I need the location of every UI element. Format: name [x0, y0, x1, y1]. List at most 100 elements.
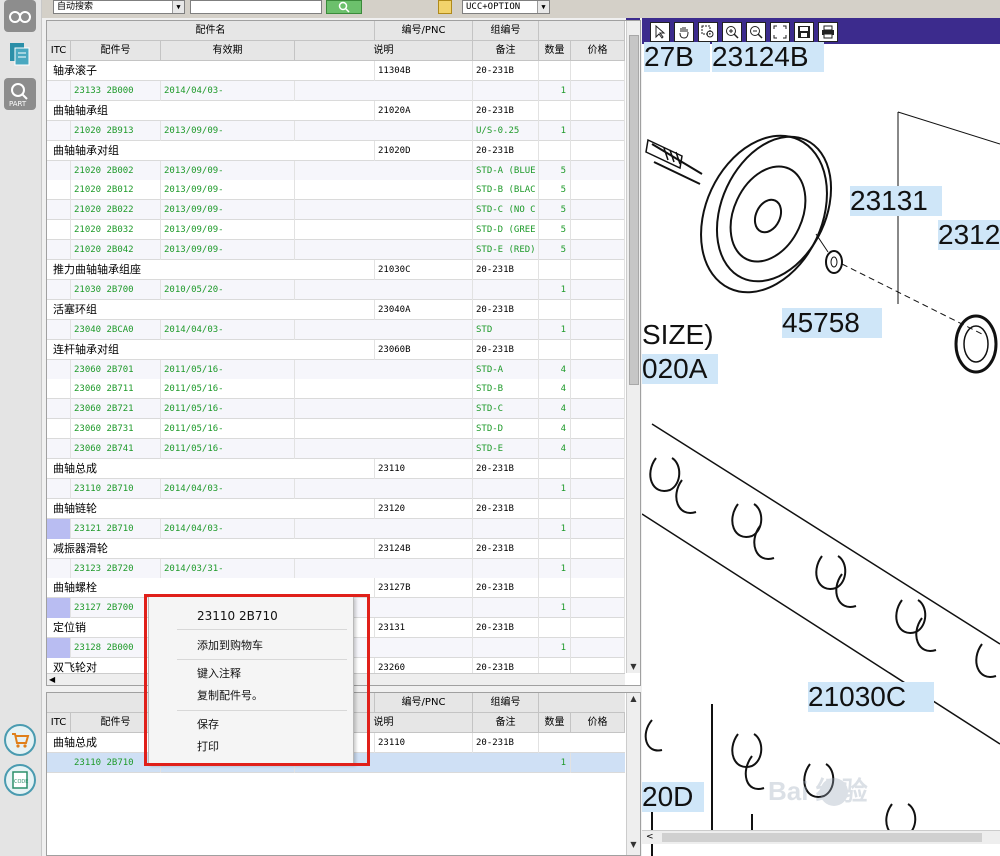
- engine-icon[interactable]: [4, 0, 36, 32]
- vertical-scrollbar[interactable]: ▼: [626, 21, 640, 673]
- exploded-diagram[interactable]: Bai 经验 27B 23124B 23131 2312 45758 SIZE)…: [642, 18, 1000, 856]
- group-row[interactable]: 曲轴轴承对组 21020D 20-231B: [47, 140, 625, 161]
- col-qty[interactable]: 数量: [539, 41, 571, 61]
- part-row[interactable]: 23110 2B710 2014/04/03- 1: [47, 478, 625, 499]
- remark-value: [473, 80, 539, 101]
- group-row[interactable]: 轴承滚子 11304B 20-231B: [47, 61, 625, 81]
- callout-27b[interactable]: 27B: [644, 42, 710, 72]
- scroll-up-icon[interactable]: ▲: [627, 693, 640, 705]
- group-row[interactable]: 减振器滑轮 23124B 20-231B: [47, 538, 625, 559]
- chevron-down-icon[interactable]: ▼: [172, 1, 184, 13]
- callout-23131[interactable]: 23131: [850, 186, 942, 216]
- pointer-icon[interactable]: [650, 22, 670, 42]
- col-price[interactable]: 价格: [571, 713, 625, 733]
- pan-hand-icon[interactable]: [674, 22, 694, 42]
- part-row[interactable]: 23040 2BCA0 2014/04/03- STD 1: [47, 319, 625, 340]
- part-row[interactable]: 21020 2B042 2013/09/09- STD-E (RED) 5: [47, 240, 625, 261]
- catalog-icon[interactable]: [4, 38, 36, 70]
- menu-item-add-to-cart[interactable]: 添加到购物车: [197, 637, 263, 655]
- lock-icon[interactable]: [438, 0, 452, 14]
- col-remark[interactable]: 备注: [473, 41, 539, 61]
- save-icon[interactable]: [794, 22, 814, 42]
- model-filter-select[interactable]: UCC+OPTION ▼: [462, 0, 550, 14]
- chevron-down-icon[interactable]: ▼: [537, 1, 549, 13]
- menu-item-copy-part-no[interactable]: 复制配件号。: [197, 687, 263, 705]
- print-icon[interactable]: [818, 22, 838, 42]
- qty-cell: [539, 498, 571, 519]
- col-part-no[interactable]: 配件号: [71, 41, 161, 61]
- col-itc[interactable]: ITC: [47, 713, 71, 733]
- callout-21020a[interactable]: 020A: [642, 354, 718, 384]
- callout-21030c[interactable]: 21030C: [808, 682, 934, 712]
- group-row[interactable]: 曲轴轴承组 21020A 20-231B: [47, 100, 625, 121]
- part-row[interactable]: 23060 2B731 2011/05/16- STD-D 4: [47, 419, 625, 440]
- part-row[interactable]: 23123 2B720 2014/03/31- 1: [47, 558, 625, 579]
- col-remark[interactable]: 备注: [473, 713, 539, 733]
- part-search-icon[interactable]: PART: [4, 78, 36, 110]
- part-row[interactable]: 21020 2B022 2013/09/09- STD-C (NO C5: [47, 200, 625, 221]
- selected-vertical-scrollbar[interactable]: ▲ ▼: [626, 693, 640, 855]
- callout-23124b[interactable]: 23124B: [712, 42, 824, 72]
- part-row[interactable]: 21030 2B700 2010/05/20- 1: [47, 279, 625, 300]
- group-row[interactable]: 活塞环组 23040A 20-231B: [47, 299, 625, 320]
- group-value: 20-231B: [473, 260, 539, 280]
- scroll-left-icon[interactable]: <: [646, 832, 654, 842]
- price-cell: [571, 140, 625, 161]
- scroll-down-icon[interactable]: ▼: [627, 661, 640, 673]
- zoom-area-icon[interactable]: [698, 22, 718, 42]
- col-part-name[interactable]: 配件名: [47, 21, 375, 41]
- qty-value: 5: [539, 200, 571, 221]
- description-cell: [295, 518, 473, 539]
- group-row[interactable]: 连杆轴承对组 23060B 20-231B: [47, 339, 625, 360]
- search-mode-select[interactable]: 自动搜索 ▼: [53, 0, 185, 14]
- part-number: 21020 2B022: [71, 200, 161, 221]
- part-row[interactable]: 23133 2B000 2014/04/03- 1: [47, 80, 625, 101]
- diagram-horizontal-scrollbar[interactable]: <: [642, 830, 1000, 844]
- col-pnc[interactable]: 编号/PNC: [375, 693, 473, 713]
- part-row[interactable]: 21020 2B032 2013/09/09- STD-D (GREE 5: [47, 220, 625, 241]
- part-row[interactable]: 23121 2B710 2014/04/03- 1: [47, 518, 625, 539]
- part-row[interactable]: 23060 2B711 2011/05/16- STD-B 4: [47, 379, 625, 400]
- part-number: 21020 2B002: [71, 160, 161, 181]
- zoom-out-icon[interactable]: [746, 22, 766, 42]
- validity-date: 2011/05/16-: [161, 419, 295, 440]
- qty-cell: [539, 538, 571, 559]
- part-row[interactable]: 21020 2B002 2013/09/09- STD-A (BLUE 5: [47, 160, 625, 181]
- scroll-down-icon[interactable]: ▼: [627, 839, 640, 851]
- damper-pulley-shape: [651, 134, 833, 294]
- col-pnc[interactable]: 编号/PNC: [375, 21, 473, 41]
- search-button[interactable]: [326, 0, 362, 14]
- col-qty[interactable]: 数量: [539, 713, 571, 733]
- part-row[interactable]: 21020 2B913 2013/09/09- U/S-0.25 1: [47, 120, 625, 141]
- callout-21020d[interactable]: 20D: [642, 782, 704, 812]
- menu-item-save[interactable]: 保存: [197, 716, 219, 734]
- group-row[interactable]: 曲轴链轮 23120 20-231B: [47, 498, 625, 519]
- part-row[interactable]: 21020 2B012 2013/09/09- STD-B (BLAC 5: [47, 180, 625, 201]
- group-row[interactable]: 曲轴总成 23110 20-231B: [47, 459, 625, 479]
- part-row[interactable]: 23060 2B741 2011/05/16- STD-E 4: [47, 439, 625, 460]
- callout-2312[interactable]: 2312: [938, 220, 1000, 250]
- cart-icon[interactable]: [4, 724, 36, 756]
- validity-date: 2011/05/16-: [161, 379, 295, 400]
- group-row[interactable]: 推力曲轴轴承组座 21030C 20-231B: [47, 260, 625, 280]
- part-row[interactable]: 23060 2B721 2011/05/16- STD-C 4: [47, 399, 625, 420]
- menu-item-print[interactable]: 打印: [197, 738, 219, 756]
- scroll-thumb[interactable]: [662, 833, 982, 842]
- col-validity[interactable]: 有效期: [161, 41, 295, 61]
- part-row[interactable]: 23060 2B701 2011/05/16- STD-A 4: [47, 359, 625, 380]
- part-number: 21020 2B042: [71, 240, 161, 261]
- itc-cell: [47, 359, 71, 380]
- scroll-left-icon[interactable]: ◀: [49, 675, 59, 684]
- col-itc[interactable]: ITC: [47, 41, 71, 61]
- zoom-in-icon[interactable]: [722, 22, 742, 42]
- search-input[interactable]: [190, 0, 322, 14]
- fit-screen-icon[interactable]: [770, 22, 790, 42]
- scroll-thumb[interactable]: [629, 35, 639, 385]
- col-group-no[interactable]: 组编号: [473, 693, 539, 713]
- callout-45758[interactable]: 45758: [782, 308, 882, 338]
- col-description[interactable]: 说明: [295, 41, 473, 61]
- col-group-no[interactable]: 组编号: [473, 21, 539, 41]
- col-price[interactable]: 价格: [571, 41, 625, 61]
- code-icon[interactable]: CODE: [4, 764, 36, 796]
- menu-item-add-note[interactable]: 键入注释: [197, 665, 241, 683]
